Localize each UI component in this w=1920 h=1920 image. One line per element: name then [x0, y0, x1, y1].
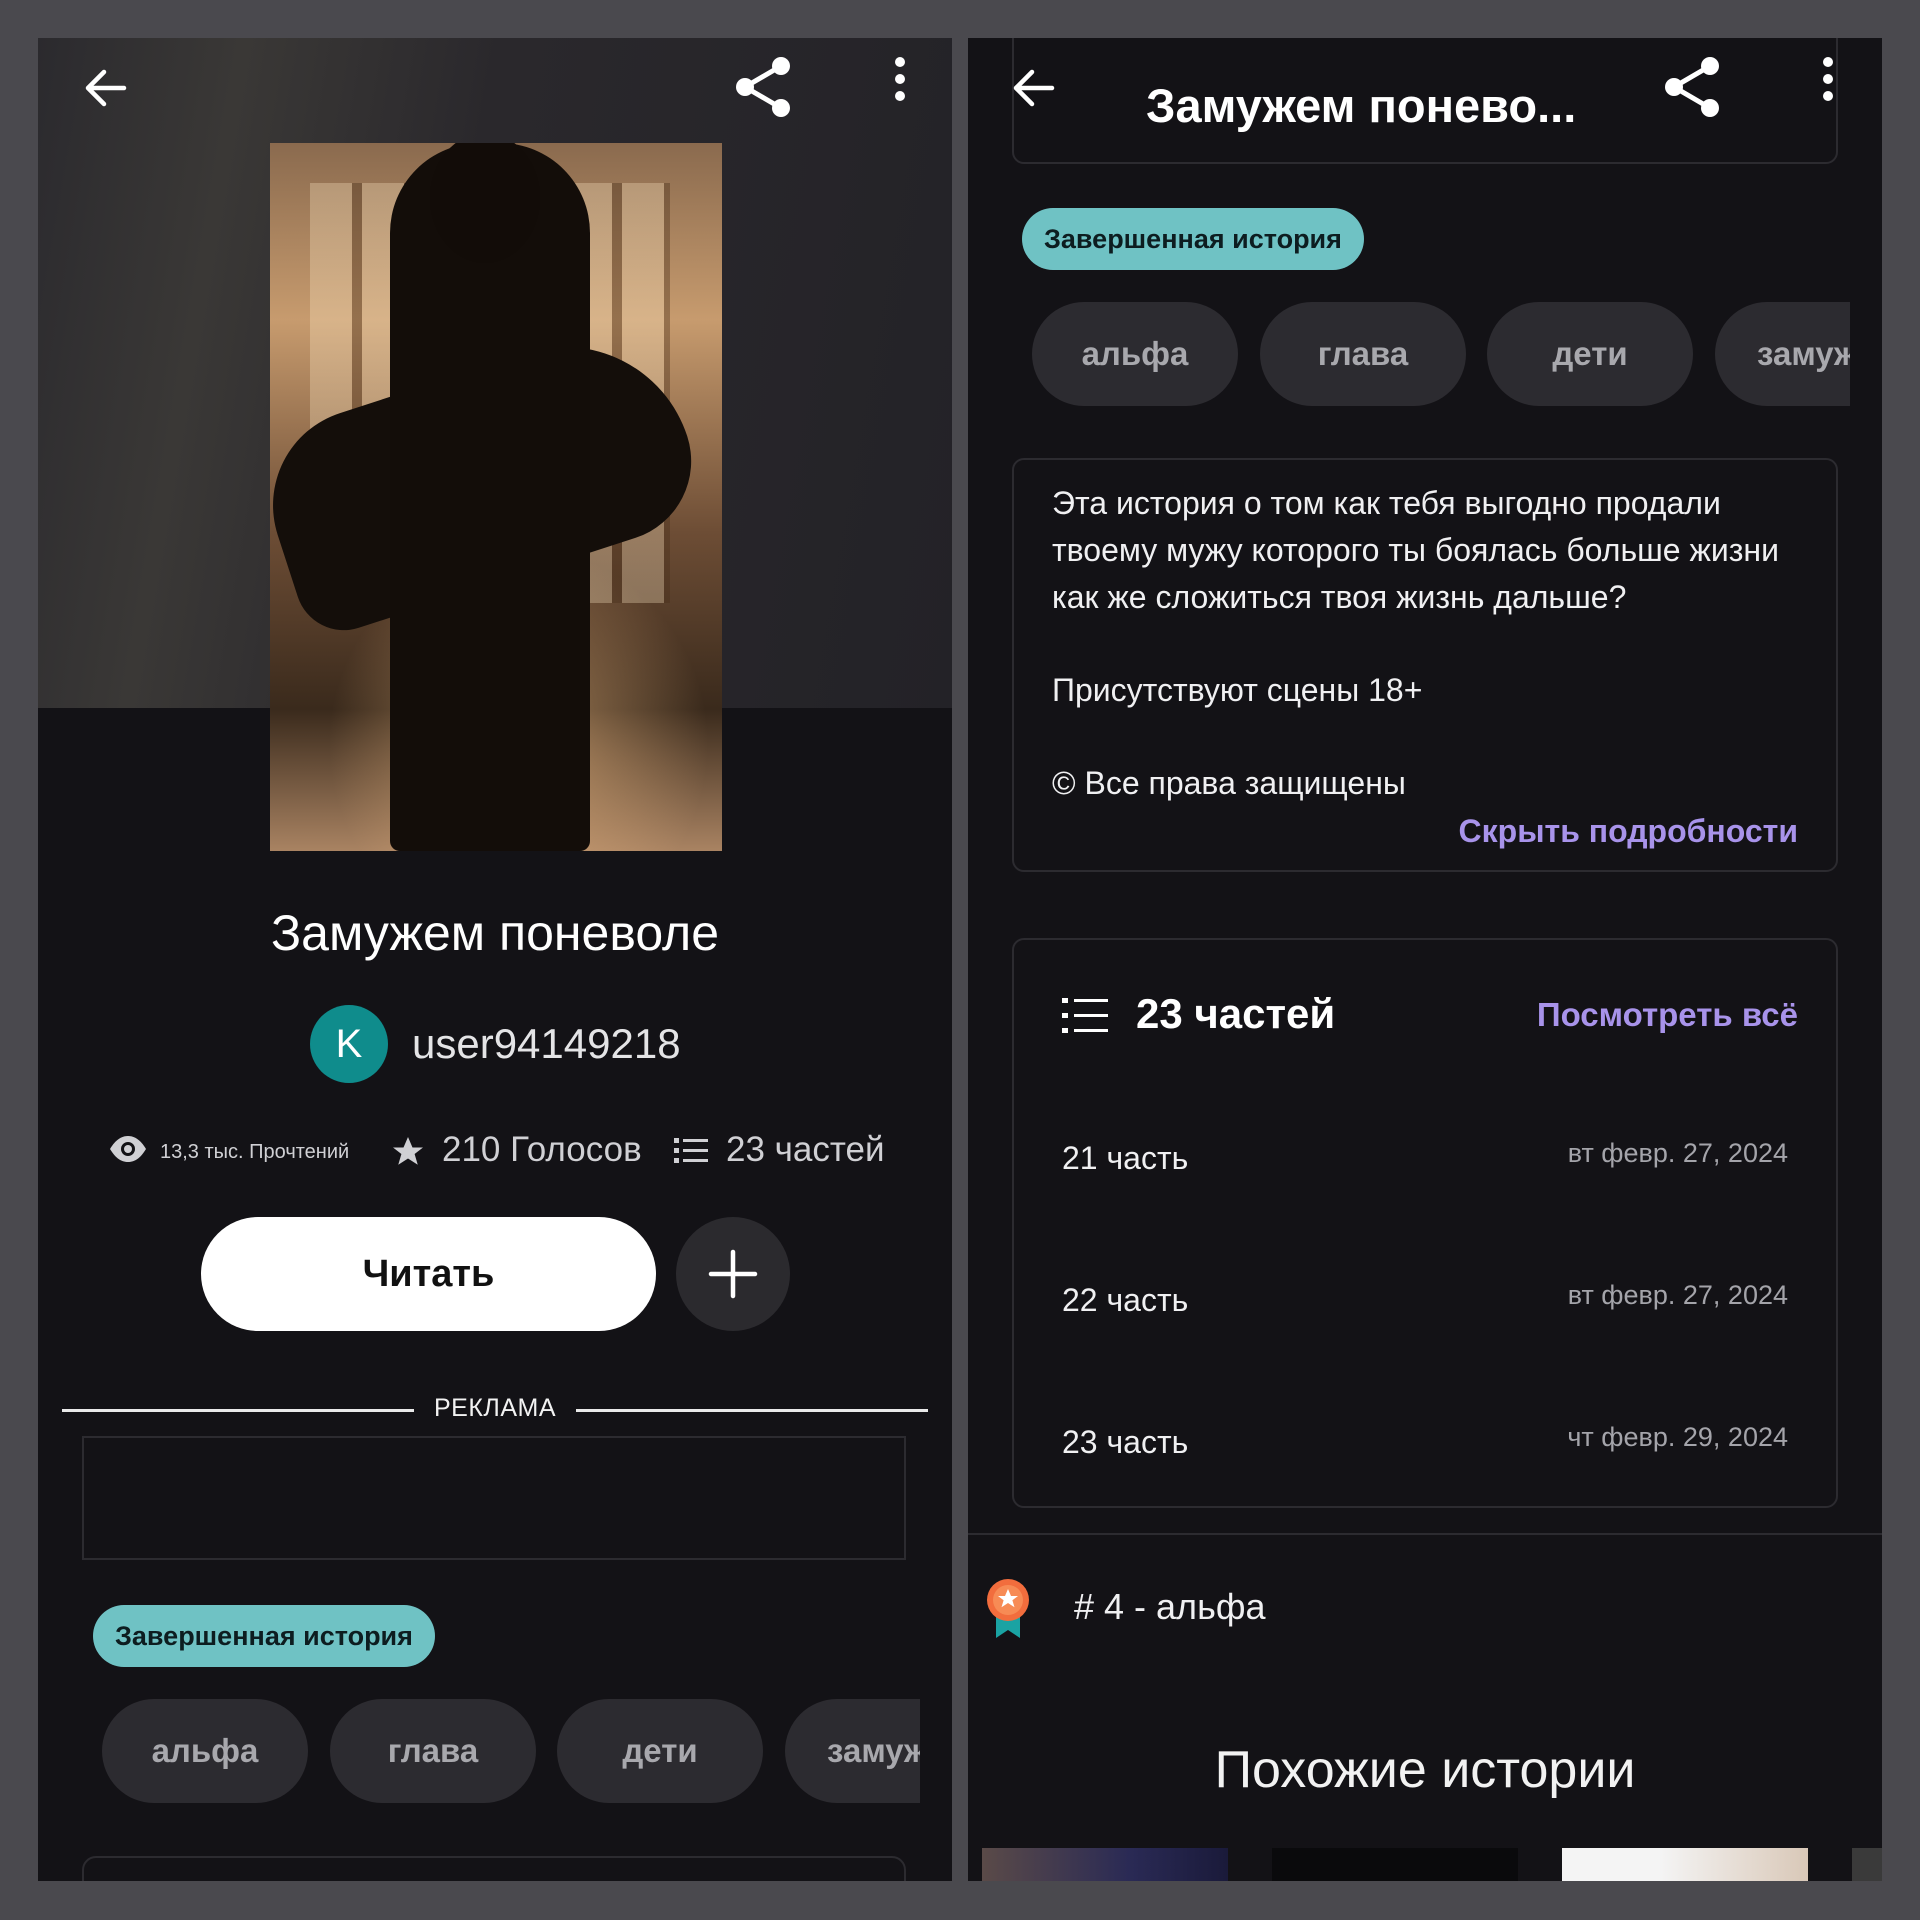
description-card [82, 1856, 906, 1881]
share-icon[interactable] [731, 54, 797, 120]
tag-chip[interactable]: альфа [102, 1699, 308, 1803]
tags-row[interactable]: альфа глава дети замуж [102, 1699, 920, 1803]
ad-divider-right [576, 1409, 928, 1412]
description-paragraph: Присутствуют сцены 18+ [1052, 672, 1423, 708]
ranking-text[interactable]: # 4 - альфа [1074, 1586, 1265, 1628]
parts-count: 23 частей [726, 1130, 885, 1169]
tag-chip[interactable]: замуж [785, 1699, 920, 1803]
part-item-date: чт февр. 29, 2024 [1567, 1422, 1788, 1452]
author-avatar[interactable]: K [310, 1005, 388, 1083]
tag-chip[interactable]: глава [1260, 302, 1466, 406]
tags-row[interactable]: альфа глава дети замуж [1032, 302, 1850, 406]
section-divider [968, 1533, 1882, 1535]
back-arrow-icon[interactable] [80, 62, 132, 114]
description-text: Эта история о том как тебя выгодно прода… [1052, 480, 1812, 807]
tag-chip[interactable]: дети [1487, 302, 1693, 406]
back-arrow-icon[interactable] [1008, 62, 1060, 114]
description-paragraph: © Все права защищены [1052, 765, 1406, 801]
votes-count: 210 Голосов [442, 1130, 642, 1169]
similar-stories-heading: Похожие истории [1214, 1741, 1636, 1799]
list-icon [1062, 995, 1108, 1037]
similar-story-cover[interactable] [1562, 1848, 1808, 1881]
story-cover-image [270, 143, 722, 851]
completed-status-badge: Завершенная история [93, 1605, 435, 1667]
see-all-link[interactable]: Посмотреть всё [1537, 996, 1798, 1034]
list-icon [674, 1136, 708, 1166]
read-button[interactable]: Читать [201, 1217, 656, 1331]
part-item-date: вт февр. 27, 2024 [1567, 1138, 1788, 1168]
similar-story-cover[interactable] [1852, 1848, 1882, 1881]
description-paragraph: Эта история о том как тебя выгодно прода… [1052, 485, 1779, 615]
part-item-title[interactable]: 21 часть [1062, 1140, 1188, 1177]
parts-heading: 23 частей [1136, 990, 1336, 1037]
tag-chip[interactable]: глава [330, 1699, 536, 1803]
story-detail-scrolled-panel: Замужем понево... Завершенная история ал… [968, 38, 1882, 1881]
more-options-icon[interactable] [890, 48, 910, 108]
more-options-icon[interactable] [1818, 48, 1838, 108]
reads-count: 13,3 тыс. Прочтений [160, 1141, 350, 1163]
part-item-title[interactable]: 22 часть [1062, 1282, 1188, 1319]
similar-story-cover[interactable] [1272, 1848, 1518, 1881]
completed-status-badge: Завершенная история [1022, 208, 1364, 270]
share-icon[interactable] [1660, 54, 1726, 120]
author-username[interactable]: user94149218 [412, 1020, 681, 1068]
plus-icon [708, 1249, 758, 1299]
star-icon [390, 1134, 426, 1170]
ranking-badge-icon [984, 1578, 1032, 1640]
tag-chip[interactable]: альфа [1032, 302, 1238, 406]
avatar-initial: K [335, 1021, 363, 1066]
add-to-library-button[interactable] [676, 1217, 790, 1331]
tag-chip[interactable]: замуж [1715, 302, 1850, 406]
story-detail-panel: Замужем поневоле K user94149218 13,3 тыс… [38, 38, 952, 1881]
header-title: Замужем понево... [1146, 79, 1577, 132]
part-item-title[interactable]: 23 часть [1062, 1424, 1188, 1461]
tag-chip[interactable]: дети [557, 1699, 763, 1803]
ad-slot[interactable] [82, 1436, 906, 1560]
similar-story-cover[interactable] [982, 1848, 1228, 1881]
part-item-date: вт февр. 27, 2024 [1567, 1280, 1788, 1310]
story-title: Замужем поневоле [270, 905, 720, 961]
hide-details-link[interactable]: Скрыть подробности [1459, 813, 1798, 850]
eye-icon [108, 1134, 148, 1164]
